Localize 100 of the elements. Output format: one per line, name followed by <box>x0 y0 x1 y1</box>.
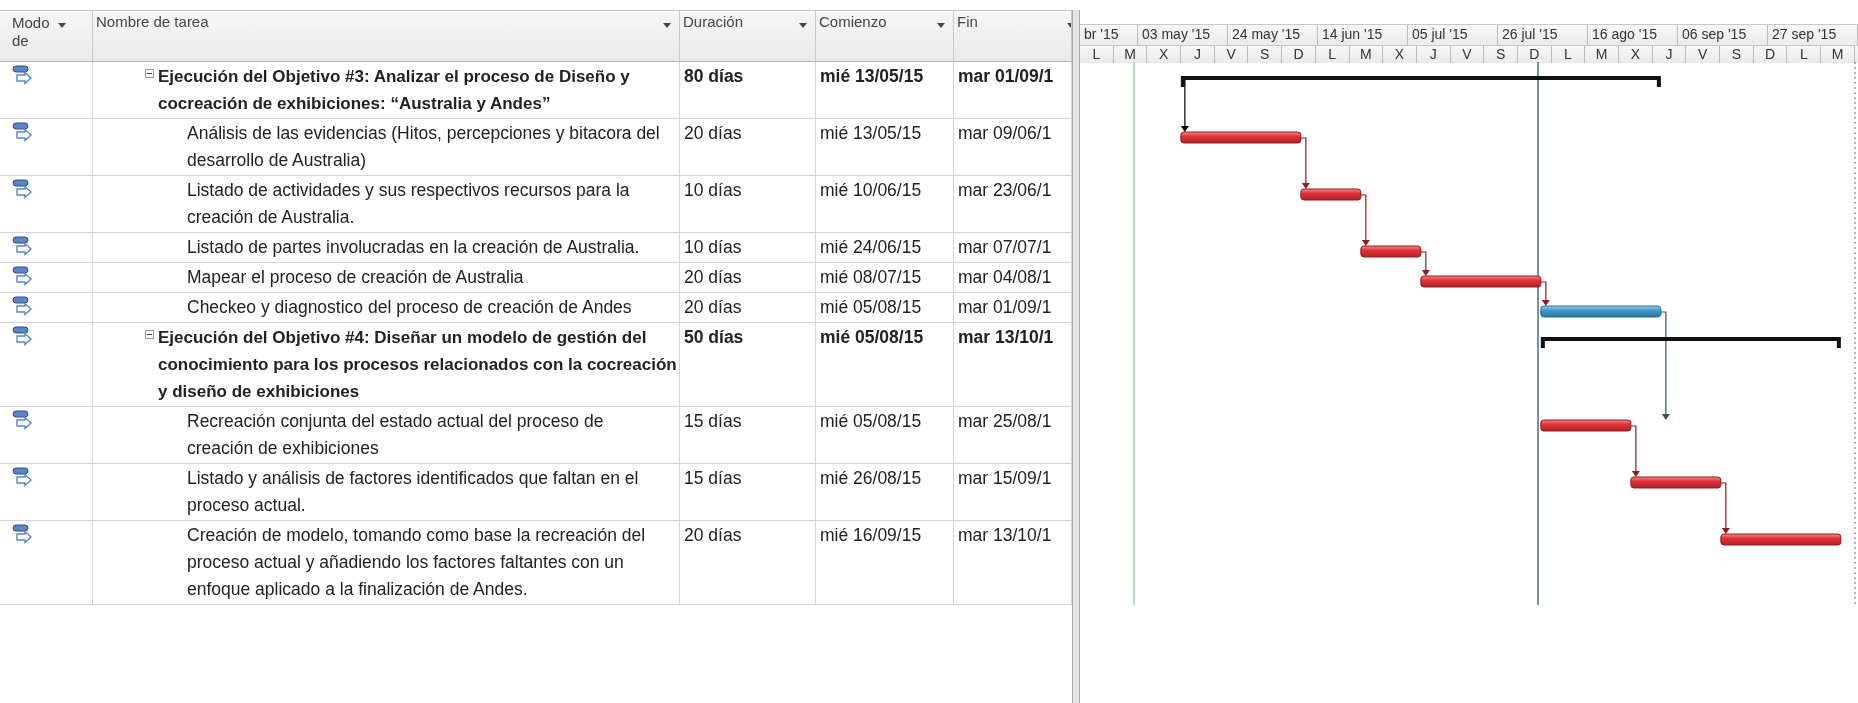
task-bar[interactable] <box>1630 476 1722 489</box>
auto-scheduled-task-icon <box>12 467 34 487</box>
task-name: Checkeo y diagnostico del proceso de creación de Andes <box>187 296 632 319</box>
weekday-label: L <box>1564 46 1572 62</box>
weekday-label: S <box>1495 46 1506 62</box>
weekday-label: V <box>1698 46 1708 62</box>
collapse-toggle[interactable] <box>145 330 154 339</box>
start-date-cell: mié 24/06/15 <box>820 237 922 257</box>
column-header[interactable]: Comienzo <box>816 11 954 61</box>
dependency-arrow <box>1180 78 1189 132</box>
weekday-label: S <box>1260 46 1270 62</box>
duration-cell: 20 días <box>684 267 742 287</box>
dropdown-caret-icon[interactable] <box>937 23 945 28</box>
finish-date-cell: mar 13/10/1 <box>958 327 1054 347</box>
start-date-cell: mié 13/05/15 <box>820 66 924 86</box>
auto-scheduled-task-icon <box>12 122 34 142</box>
collapse-toggle[interactable] <box>145 69 154 78</box>
finish-date-cell: mar 01/09/1 <box>958 66 1054 86</box>
task-name: Ejecución del Objetivo #3: Analizar el proceso de Diseño y cocreación de exhibiciones: “Australia y Andes” <box>158 66 631 115</box>
weekday-label: J <box>1193 46 1201 62</box>
start-date-cell: mié 10/06/15 <box>820 180 922 200</box>
duration-cell: 15 días <box>684 468 742 488</box>
weekday-label: X <box>1159 46 1169 62</box>
weekday-label: X <box>1394 46 1405 62</box>
dropdown-caret-icon[interactable] <box>58 23 66 28</box>
dependency-arrow <box>1300 137 1310 189</box>
weekday-label: L <box>1092 46 1101 62</box>
timescale-label: 16 ago '15 <box>1592 26 1657 42</box>
start-date-cell: mié 13/05/15 <box>820 123 922 143</box>
column-header[interactable]: Modo de <box>0 11 93 61</box>
start-date-cell: mié 08/07/15 <box>820 267 922 287</box>
weekday-label: L <box>1328 46 1337 62</box>
summary-bar[interactable] <box>1180 76 1661 87</box>
timescale-label: 14 jun '15 <box>1322 26 1383 42</box>
duration-cell: 20 días <box>684 123 742 143</box>
dependency-arrow <box>1420 251 1430 276</box>
weekday-label: L <box>1799 46 1808 62</box>
timescale-label: br '15 <box>1084 26 1119 42</box>
column-header[interactable]: Nombre de tarea <box>93 11 680 61</box>
weekday-label: M <box>1360 46 1372 62</box>
summary-bar[interactable] <box>1540 337 1841 348</box>
finish-date-cell: mar 25/08/1 <box>958 411 1052 431</box>
weekday-label: M <box>1831 46 1844 62</box>
task-bar[interactable] <box>1300 188 1362 201</box>
finish-date-cell: mar 04/08/1 <box>958 267 1052 287</box>
auto-scheduled-task-icon <box>12 266 34 286</box>
finish-date-cell: mar 15/09/1 <box>958 468 1052 488</box>
task-name: Ejecución del Objetivo #4: Diseñar un modelo de gestión del conocimiento para los procesos relacionados con la cocreación y diseño de exhibiciones <box>158 327 678 403</box>
start-date-cell: mié 05/08/15 <box>820 297 922 317</box>
auto-scheduled-task-icon <box>12 236 34 256</box>
start-date-cell: mié 05/08/15 <box>820 327 924 347</box>
weekday-label: X <box>1630 46 1640 62</box>
weekday-label: S <box>1731 46 1742 62</box>
weekday-label: D <box>1529 46 1540 62</box>
finish-date-cell: mar 23/06/1 <box>958 180 1052 200</box>
task-bar[interactable] <box>1180 131 1302 144</box>
duration-cell: 20 días <box>684 525 742 545</box>
task-bar[interactable] <box>1540 419 1632 432</box>
dependency-arrow <box>1360 194 1370 246</box>
weekday-label: V <box>1462 46 1472 62</box>
weekday-label: J <box>1429 46 1437 62</box>
finish-date-cell: mar 01/09/1 <box>958 297 1052 317</box>
weekday-label: D <box>1293 46 1304 62</box>
timescale-label: 27 sep '15 <box>1772 26 1837 42</box>
task-bar[interactable] <box>1720 533 1842 546</box>
column-header[interactable]: Duración <box>680 11 816 61</box>
finish-date-cell: mar 07/07/1 <box>958 237 1052 257</box>
dependency-arrow <box>1630 425 1640 477</box>
task-name: Creación de modelo, tomando como base la recreación del proceso actual y añadiendo los factores faltantes con un enfoque aplicado a la finalización de Andes. <box>187 524 647 601</box>
dependency-arrow <box>1720 482 1730 534</box>
auto-scheduled-task-icon <box>12 296 34 316</box>
auto-scheduled-task-icon <box>12 410 34 430</box>
finish-date-cell: mar 13/10/1 <box>958 525 1052 545</box>
weekday-label: M <box>1124 46 1136 62</box>
task-name: Análisis de las evidencias (Hitos, percepciones y bitacora del desarrollo de Australia) <box>187 122 661 172</box>
task-bar[interactable] <box>1420 275 1542 288</box>
timescale-label: 26 jul '15 <box>1502 26 1558 42</box>
duration-cell: 80 días <box>684 66 744 86</box>
timescale-label: 05 jul '15 <box>1412 26 1468 42</box>
task-bar[interactable] <box>1360 245 1422 258</box>
weekday-label: J <box>1665 46 1673 62</box>
duration-cell: 15 días <box>684 411 742 431</box>
task-name: Listado de partes involucradas en la creación de Australia. <box>187 236 640 259</box>
timescale-label: 24 may '15 <box>1232 26 1301 42</box>
weekday-label: V <box>1226 46 1236 62</box>
dropdown-caret-icon[interactable] <box>663 23 671 28</box>
duration-cell: 20 días <box>684 297 742 317</box>
finish-date-cell: mar 09/06/1 <box>958 123 1052 143</box>
duration-cell: 10 días <box>684 237 742 257</box>
start-date-cell: mié 05/08/15 <box>820 411 922 431</box>
auto-scheduled-task-icon <box>12 326 34 346</box>
timescale-label: 03 may '15 <box>1142 26 1211 42</box>
start-date-cell: mié 16/09/15 <box>820 525 922 545</box>
weekday-label: D <box>1765 46 1776 62</box>
task-name: Listado de actividades y sus respectivos recursos para la creación de Australia. <box>187 179 631 229</box>
timescale-label: 06 sep '15 <box>1682 26 1747 42</box>
task-name: Listado y análisis de factores identificados que faltan en el proceso actual. <box>187 467 640 517</box>
start-date-cell: mié 26/08/15 <box>820 468 922 488</box>
auto-scheduled-task-icon <box>12 65 34 85</box>
dropdown-caret-icon[interactable] <box>799 23 807 28</box>
